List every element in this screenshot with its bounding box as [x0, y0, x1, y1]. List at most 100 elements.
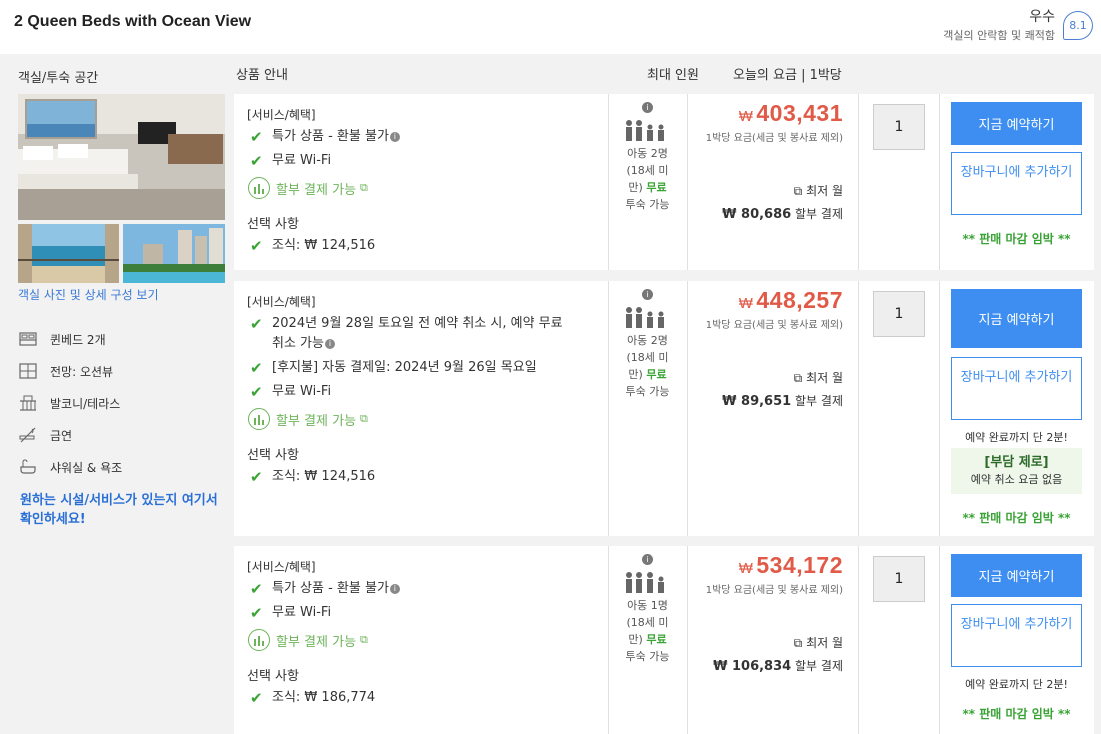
room-info-panel: 객실/투숙 공간 객실 사진 및 상세 구성 보기 퀸베드 2개 전망: 오션뷰… — [6, 54, 228, 734]
rating-subtitle: 객실의 안락함 및 쾌적함 — [943, 29, 1055, 42]
amenity-balcony: 발코니/테라스 — [18, 392, 120, 414]
guests-icon — [608, 304, 687, 328]
room-header: 2 Queen Beds with Ocean View 우수 객실의 안락함 … — [0, 0, 1101, 54]
price-note: 1박당 요금(세금 및 봉사료 제외) — [705, 133, 843, 144]
price-block: ₩534,172 1박당 요금(세금 및 봉사료 제외) ⧉ 최저 월 ₩ 10… — [687, 552, 853, 674]
price-block: ₩448,257 1박당 요금(세금 및 봉사료 제외) ⧉ 최저 월 ₩ 89… — [687, 287, 853, 409]
book-now-button[interactable]: 지금 예약하기 — [951, 554, 1082, 597]
options-heading: 선택 사항 — [247, 669, 299, 684]
add-to-cart-button[interactable]: 장바구니에 추가하기 — [951, 604, 1082, 667]
amenity-label: 전망: 오션뷰 — [50, 364, 114, 379]
nightly-price: ₩448,257 — [738, 287, 843, 313]
amenity-shower: 샤워실 & 욕조 — [18, 456, 122, 478]
room-quantity-select[interactable]: 1 — [873, 291, 925, 337]
balcony-icon — [18, 393, 38, 413]
add-to-cart-button[interactable]: 장바구니에 추가하기 — [951, 152, 1082, 215]
amenity-label: 퀸베드 2개 — [50, 332, 106, 347]
closing-soon-text: ** 판매 마감 임박 ** — [962, 707, 1071, 721]
installment-link[interactable]: 할부 결제 가능 ⧉ — [248, 629, 595, 651]
monthly-installment: ₩ 80,686 할부 결제 — [722, 207, 843, 222]
benefits-heading: [서비스/혜택] — [247, 560, 316, 574]
min-monthly-label: ⧉ 최저 월 — [793, 184, 843, 198]
check-icon: ✔ — [250, 128, 263, 146]
amenity-bed: 퀸베드 2개 — [18, 328, 106, 350]
breakfast-option: ✔ 조식: ₩ 124,516 — [250, 468, 376, 486]
benefit-item: ✔ 특가 상품 - 환불 불가 i — [250, 579, 595, 599]
facility-check-link[interactable]: 원하는 시설/서비스가 있는지 여기서 확인하세요! — [20, 491, 225, 529]
booking-time-note: 예약 완료까지 단 2분! — [965, 678, 1068, 691]
check-icon: ✔ — [250, 383, 263, 401]
price-block: ₩403,431 1박당 요금(세금 및 봉사료 제외) ⧉ 최저 월 ₩ 80… — [687, 100, 853, 222]
offer-benefits: [서비스/혜택] ✔ 2024년 9월 28일 토요일 전 예약 취소 시, 예약… — [234, 281, 608, 499]
book-now-button[interactable]: 지금 예약하기 — [951, 289, 1082, 348]
info-icon[interactable]: i — [324, 338, 335, 349]
add-to-cart-button[interactable]: 장바구니에 추가하기 — [951, 357, 1082, 420]
closing-soon-text: ** 판매 마감 임박 ** — [962, 232, 1071, 246]
external-link-icon: ⧉ — [360, 412, 368, 425]
guests-icon — [608, 569, 687, 593]
occupancy-info: i 아동 2명 (18세 미 만) 무료 투숙 가능 — [608, 102, 687, 213]
amenity-view: 전망: 오션뷰 — [18, 360, 113, 382]
amenity-label: 샤워실 & 욕조 — [50, 460, 123, 475]
book-now-button[interactable]: 지금 예약하기 — [951, 102, 1082, 145]
installment-link[interactable]: 할부 결제 가능 ⧉ — [248, 408, 595, 430]
options-heading: 선택 사항 — [247, 217, 299, 232]
rating-word: 우수 — [1029, 9, 1055, 25]
installment-link[interactable]: 할부 결제 가능 ⧉ — [248, 177, 595, 199]
monthly-installment: ₩ 106,834 할부 결제 — [713, 659, 843, 674]
amenity-no-smoking: 금연 — [18, 424, 72, 446]
options-heading: 선택 사항 — [247, 448, 299, 463]
room-title: 2 Queen Beds with Ocean View — [14, 13, 252, 30]
external-link-icon: ⧉ — [360, 633, 368, 646]
benefit-item: ✔ 무료 Wi-Fi — [250, 604, 332, 622]
installment-icon — [248, 629, 270, 651]
external-link-icon: ⧉ — [360, 181, 368, 194]
col-header-max-guests: 최대 인원 — [647, 68, 699, 83]
external-link-icon: ⧉ — [793, 371, 803, 385]
breakfast-option: ✔ 조식: ₩ 186,774 — [250, 689, 376, 707]
bed-icon — [18, 329, 38, 349]
booking-time-note: 예약 완료까지 단 2분! — [965, 431, 1068, 444]
view-icon — [18, 361, 38, 381]
occupancy-info: i 아동 2명 (18세 미 만) 무료 투숙 가능 — [608, 289, 687, 400]
benefit-item: ✔ 무료 Wi-Fi — [250, 152, 332, 170]
check-icon: ✔ — [250, 237, 263, 255]
room-space-heading: 객실/투숙 공간 — [18, 71, 99, 86]
benefit-item: ✔ 특가 상품 - 환불 불가 i — [250, 127, 595, 147]
benefit-item: ✔ 2024년 9월 28일 토요일 전 예약 취소 시, 예약 무료 취소 가능… — [250, 315, 563, 351]
check-icon: ✔ — [250, 580, 263, 598]
col-header-todays-rate: 오늘의 요금 | 1박당 — [733, 68, 842, 83]
room-quantity-select[interactable]: 1 — [873, 556, 925, 602]
check-icon: ✔ — [250, 604, 263, 622]
offer-row: [서비스/혜택] ✔ 특가 상품 - 환불 불가 i ✔ 무료 Wi-Fi 할부 결제… — [234, 94, 1094, 270]
col-header-products: 상품 안내 — [236, 68, 288, 83]
benefit-item: ✔ 무료 Wi-Fi — [250, 383, 332, 401]
external-link-icon: ⧉ — [793, 184, 803, 198]
amenity-label: 금연 — [50, 428, 73, 443]
info-icon[interactable]: i — [642, 554, 653, 565]
room-thumbnail-balcony[interactable] — [18, 224, 119, 283]
benefit-item: ✔ [후지불] 자동 결제일: 2024년 9월 26일 목요일 — [250, 359, 537, 377]
benefits-heading: [서비스/혜택] — [247, 108, 316, 122]
nightly-price: ₩403,431 — [738, 100, 843, 126]
info-icon[interactable]: i — [389, 583, 400, 594]
offer-benefits: [서비스/혜택] ✔ 특가 상품 - 환불 불가 i ✔ 무료 Wi-Fi 할부 결제… — [234, 94, 608, 268]
rating-score-badge: 8.1 — [1063, 11, 1093, 40]
no-smoking-icon — [18, 425, 38, 445]
offer-row: [서비스/혜택] ✔ 2024년 9월 28일 토요일 전 예약 취소 시, 예약… — [234, 281, 1094, 536]
room-quantity-select[interactable]: 1 — [873, 104, 925, 150]
room-main-photo[interactable] — [18, 94, 225, 220]
closing-soon-text: ** 판매 마감 임박 ** — [962, 511, 1071, 525]
check-icon: ✔ — [250, 152, 263, 170]
info-icon[interactable]: i — [389, 131, 400, 142]
info-icon[interactable]: i — [642, 102, 653, 113]
offer-benefits: [서비스/혜택] ✔ 특가 상품 - 환불 불가 i ✔ 무료 Wi-Fi 할부 결제… — [234, 546, 608, 720]
room-thumbnail-pool[interactable] — [123, 224, 225, 283]
info-icon[interactable]: i — [642, 289, 653, 300]
nightly-price: ₩534,172 — [738, 552, 843, 578]
check-icon: ✔ — [250, 359, 263, 377]
free-cancel-box: [부담 제로] 예약 취소 요금 없음 — [951, 448, 1082, 494]
shower-icon — [18, 457, 38, 477]
min-monthly-label: ⧉ 최저 월 — [793, 636, 843, 650]
room-photos-link[interactable]: 객실 사진 및 상세 구성 보기 — [18, 286, 159, 303]
